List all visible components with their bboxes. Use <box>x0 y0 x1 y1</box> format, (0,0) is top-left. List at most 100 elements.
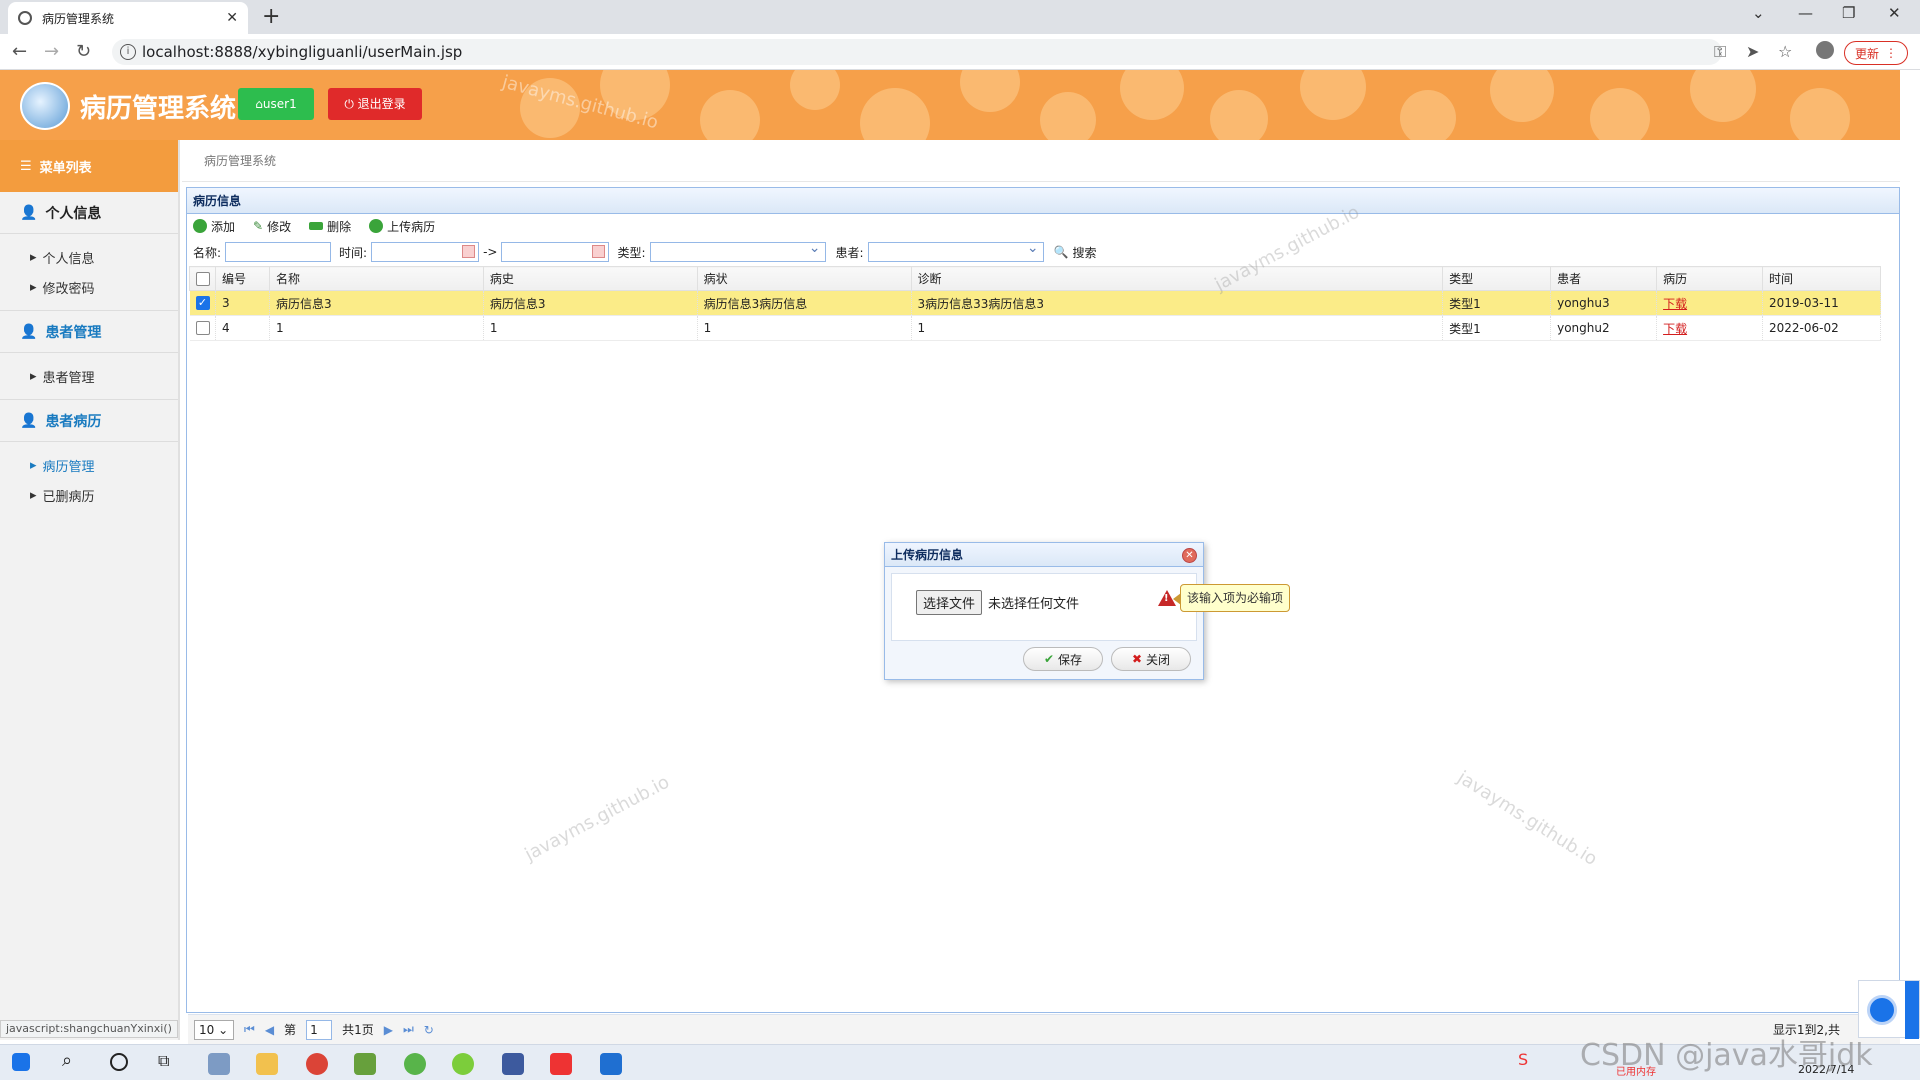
restore-icon[interactable]: ❐ <box>1842 4 1855 22</box>
row-checkbox[interactable] <box>195 321 210 336</box>
meeting-icon[interactable] <box>600 1053 622 1075</box>
update-button[interactable]: 更新 ⋮ <box>1844 41 1908 65</box>
close-tab-icon[interactable]: ✕ <box>226 10 238 26</box>
end-date-input[interactable] <box>501 242 610 262</box>
user-icon: 👤 <box>20 204 38 221</box>
column-header[interactable]: 名称 <box>268 266 484 291</box>
tray-icon[interactable]: S <box>1518 1050 1540 1072</box>
breadcrumb[interactable]: 病历管理系统 <box>182 140 1900 182</box>
table-row[interactable]: 4 1 1 1 1 类型1 yonghu2 下载 2022-06-02 <box>189 315 1881 341</box>
eclipse-icon[interactable] <box>404 1053 426 1075</box>
last-page-icon[interactable]: ⏭ <box>403 1022 414 1037</box>
browser-tab[interactable]: 病历管理系统 ✕ <box>8 2 248 34</box>
search-icon[interactable]: ⌕ <box>62 1050 84 1072</box>
start-date-input[interactable] <box>371 242 480 262</box>
user-button[interactable]: ⌂user1 <box>238 88 314 120</box>
first-page-icon[interactable]: ⏮ <box>244 1022 255 1037</box>
notepad-icon[interactable] <box>354 1053 376 1075</box>
app-icon[interactable] <box>502 1053 524 1075</box>
logout-button[interactable]: ⏻ 退出登录 <box>328 88 422 120</box>
row-checkbox-cell[interactable] <box>189 315 216 341</box>
table-row[interactable]: ✓ 3 病历信息3 病历信息3 病历信息3病历信息 3病历信息33病历信息3 类… <box>189 290 1881 316</box>
pencil-icon: ✎ <box>253 219 264 233</box>
page-size-select[interactable]: 10 ⌄ <box>194 1019 234 1040</box>
choose-file-button[interactable]: 选择文件 <box>916 590 983 615</box>
column-header[interactable]: 病历 <box>1656 266 1763 291</box>
reload-icon[interactable]: ↻ <box>76 41 91 62</box>
caret-icon: ▸ <box>30 457 37 473</box>
folder-icon[interactable] <box>256 1053 278 1075</box>
minimize-icon[interactable]: — <box>1798 4 1813 22</box>
name-input[interactable] <box>225 242 332 262</box>
sidebar-item-personal-info[interactable]: ▸ 个人信息 <box>0 242 178 272</box>
start-icon[interactable] <box>12 1053 30 1071</box>
column-header[interactable]: 病状 <box>696 266 912 291</box>
download-link[interactable]: 下载 <box>1663 297 1687 311</box>
column-header[interactable]: 病史 <box>482 266 698 291</box>
back-icon[interactable]: ← <box>12 41 27 62</box>
close-button[interactable]: ✖ 关闭 <box>1111 647 1191 671</box>
next-page-icon[interactable]: ▶ <box>384 1023 393 1037</box>
column-header[interactable]: 类型 <box>1442 266 1552 291</box>
save-button[interactable]: ✔ 保存 <box>1023 647 1103 671</box>
wps-icon[interactable] <box>550 1053 572 1075</box>
header-decoration <box>600 70 670 120</box>
row-checkbox-cell[interactable]: ✓ <box>189 290 216 316</box>
calendar-icon[interactable] <box>462 245 476 258</box>
forward-icon[interactable]: → <box>44 41 59 62</box>
column-header[interactable]: 编号 <box>214 266 270 291</box>
url-field[interactable]: i localhost:8888/xybingliguanli/userMain… <box>112 39 1722 65</box>
widget-handle[interactable] <box>1905 981 1919 1039</box>
refresh-icon[interactable]: ↻ <box>424 1023 434 1037</box>
star-icon[interactable]: ☆ <box>1778 42 1792 61</box>
type-select[interactable] <box>649 240 826 262</box>
column-header[interactable]: 患者 <box>1550 266 1658 291</box>
file-input[interactable]: 选择文件 未选择任何文件 <box>916 590 1079 615</box>
add-button[interactable]: 添加 <box>193 218 235 235</box>
upload-button[interactable]: 上传病历 <box>369 218 435 235</box>
page-number-input[interactable]: 1 <box>306 1019 333 1040</box>
sidebar-group-records[interactable]: 👤 患者病历 <box>0 400 178 442</box>
upload-dialog: 上传病历信息 ✕ 选择文件 未选择任何文件 ! ✔ 保存 ✖ 关闭 <box>884 542 1204 680</box>
window-close-icon[interactable]: ✕ <box>1888 4 1901 22</box>
new-tab-icon[interactable]: + <box>262 4 280 29</box>
patient-select[interactable] <box>867 240 1044 262</box>
key-icon[interactable]: ⚿ <box>1714 42 1726 62</box>
send-icon[interactable]: ➤ <box>1746 42 1759 61</box>
select-all-header[interactable] <box>189 266 216 291</box>
profile-icon[interactable] <box>1816 41 1834 59</box>
tab-search-icon[interactable]: ⌄ <box>1752 4 1765 22</box>
edit-button[interactable]: ✎ 修改 <box>253 218 291 235</box>
cell-record: 下载 <box>1656 290 1763 316</box>
sidebar-item-change-password[interactable]: ▸ 修改密码 <box>0 272 178 302</box>
column-header[interactable]: 时间 <box>1762 266 1881 291</box>
info-icon[interactable]: i <box>120 44 136 60</box>
download-link[interactable]: 下载 <box>1663 322 1687 336</box>
row-checkbox[interactable]: ✓ <box>195 296 210 311</box>
cortana-icon[interactable] <box>110 1053 128 1071</box>
caret-icon: ▸ <box>30 279 37 295</box>
sidebar-group-patients[interactable]: 👤 患者管理 <box>0 311 178 353</box>
dialog-close-icon[interactable]: ✕ <box>1182 548 1197 563</box>
app-icon[interactable] <box>452 1053 474 1075</box>
sidebar-item-record-management[interactable]: ▸ 病历管理 <box>0 450 178 480</box>
sidebar-item-label: 病历管理 <box>42 459 95 475</box>
app-icon[interactable] <box>208 1053 230 1075</box>
play-icon[interactable] <box>1867 995 1897 1025</box>
search-button[interactable]: 🔍 搜索 <box>1054 244 1097 261</box>
column-header[interactable]: 诊断 <box>910 266 1444 291</box>
chrome-icon[interactable] <box>306 1053 328 1075</box>
select-all-checkbox[interactable] <box>196 271 210 286</box>
save-label: 保存 <box>1058 652 1083 667</box>
sidebar-item-deleted-records[interactable]: ▸ 已删病历 <box>0 480 178 510</box>
sidebar-group-personal[interactable]: 👤 个人信息 <box>0 192 178 234</box>
add-icon <box>193 219 207 233</box>
more-icon[interactable]: ⋮ <box>1885 46 1897 60</box>
task-view-icon[interactable]: ⧉ <box>158 1051 180 1073</box>
prev-page-icon[interactable]: ◀ <box>265 1023 274 1037</box>
delete-button[interactable]: 删除 <box>309 218 351 235</box>
sidebar-item-patient-management[interactable]: ▸ 患者管理 <box>0 361 178 391</box>
cell-patient: yonghu3 <box>1550 290 1658 316</box>
header-decoration <box>1590 88 1650 140</box>
calendar-icon[interactable] <box>592 245 606 258</box>
